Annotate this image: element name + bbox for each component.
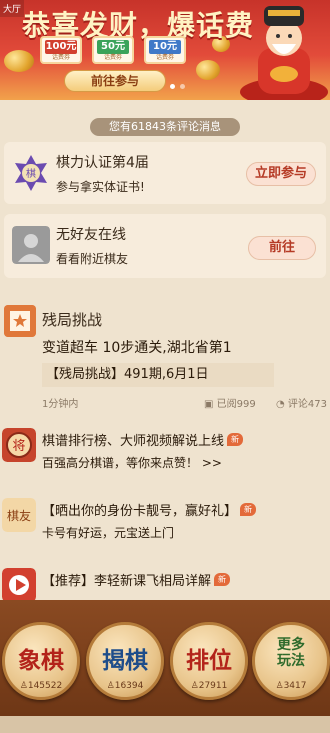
default-avatar-icon — [12, 226, 50, 264]
jieqi-button[interactable]: 揭棋 ♙16394 — [86, 622, 164, 700]
game-label: 象棋 — [18, 647, 64, 674]
player-count: ♙145522 — [19, 681, 63, 691]
read-count: ▣ 已阅999 — [204, 399, 256, 410]
player-count-text: 16394 — [114, 681, 144, 691]
voucher-row: 100元 话费券 50元 话费券 10元 话费券 — [40, 36, 186, 64]
svg-text:将: 将 — [12, 439, 25, 454]
voucher-sub: 话费券 — [155, 54, 174, 61]
new-badge: 新 — [240, 503, 257, 516]
voucher-sub: 话费券 — [51, 54, 70, 61]
ranked-button[interactable]: 排位 ♙27911 — [170, 622, 248, 700]
game-label: 更多玩法 — [277, 637, 305, 669]
svg-text:棋: 棋 — [26, 167, 36, 180]
cert-subtitle: 参与拿实体证书! — [56, 180, 145, 194]
fortune-god-illustration — [240, 6, 328, 100]
game-label: 揭棋 — [102, 647, 148, 674]
voucher-sub: 话费券 — [103, 54, 122, 61]
voucher-100: 100元 话费券 — [40, 36, 82, 64]
comment-notice[interactable]: 您有61843条评论消息 — [90, 118, 240, 136]
new-badge: 新 — [227, 433, 244, 446]
feed-title-text: 【推荐】李轻新课飞相局详解 — [42, 574, 212, 589]
video-play-icon — [2, 568, 36, 602]
new-badge: 新 — [214, 573, 231, 586]
friends-card[interactable]: 无好友在线 看看附近棋友 前往 — [4, 214, 326, 278]
gold-coin-icon — [4, 50, 34, 72]
carousel-dots — [170, 84, 185, 89]
feed-title: 【晒出你的身份卡靓号，赢好礼】新 — [42, 500, 257, 519]
player-count-text: 145522 — [27, 681, 63, 691]
friends-subtitle: 看看附近棋友 — [56, 252, 129, 266]
endgame-icon — [4, 305, 36, 337]
endgame-challenge-post[interactable]: 残局挑战 变道超车 10步通关,湖北省第1 【残局挑战】491期,6月1日 1分… — [0, 305, 330, 415]
chess-friend-icon: 棋友 — [2, 498, 36, 532]
feed-title: 【推荐】李轻新课飞相局详解新 — [42, 570, 231, 589]
go-participate-button[interactable]: 前往参与 — [64, 70, 166, 92]
game-label: 排位 — [186, 647, 232, 674]
carousel-dot — [180, 84, 185, 89]
carousel-dot — [170, 84, 175, 89]
friends-title: 无好友在线 — [56, 227, 126, 243]
feed-subtitle: 卡号有好运，元宝送上门 — [42, 526, 175, 540]
player-count: ♙3417 — [275, 681, 307, 691]
feed-title-text: 棋谱排行榜、大师视频解说上线 — [42, 434, 225, 449]
feed-item-idcard[interactable]: 棋友 【晒出你的身份卡靓号，赢好礼】新 卡号有好运，元宝送上门 — [0, 498, 330, 548]
go-friends-button[interactable]: 前往 — [248, 236, 316, 260]
gold-coin-icon — [196, 60, 220, 80]
comment-count[interactable]: ◔ 评论473 — [276, 395, 327, 410]
svg-text:棋友: 棋友 — [7, 509, 31, 523]
more-modes-button[interactable]: 更多玩法 ♙3417 — [252, 622, 330, 700]
chess-cert-icon: 棋 — [15, 155, 47, 191]
voucher-50: 50元 话费券 — [92, 36, 134, 64]
player-count-text: 27911 — [198, 681, 228, 691]
read-count-text: 已阅999 — [216, 399, 256, 410]
promo-banner[interactable]: 大厅 恭喜发财，爆话费 100元 话费券 50元 话费券 10元 话费券 前往参… — [0, 0, 330, 100]
lobby-tag: 大厅 — [0, 0, 25, 17]
xiangqi-button[interactable]: 象棋 ♙145522 — [2, 622, 80, 700]
game-mode-bar: 象棋 ♙145522 揭棋 ♙16394 排位 ♙27911 更多玩法 ♙341… — [0, 600, 330, 733]
feed-title-text: 【晒出你的身份卡靓号，赢好礼】 — [42, 504, 238, 519]
endgame-title: 残局挑战 — [42, 311, 103, 329]
comment-count-text: 评论473 — [287, 399, 327, 410]
voucher-10: 10元 话费券 — [144, 36, 186, 64]
bottom-nav-strip — [0, 716, 330, 733]
feed-item-ranking[interactable]: 将 棋谱排行榜、大师视频解说上线新 百强高分棋谱，等你来点赞！ >> — [0, 428, 330, 478]
player-count: ♙27911 — [190, 681, 228, 691]
certification-card[interactable]: 棋 棋力认证第4届 参与拿实体证书! 立即参与 — [4, 142, 326, 204]
player-count-text: 3417 — [283, 681, 307, 691]
endgame-issue-box[interactable]: 【残局挑战】491期,6月1日 — [42, 363, 274, 387]
endgame-description: 变道超车 10步通关,湖北省第1 — [42, 340, 232, 356]
player-count: ♙16394 — [106, 681, 144, 691]
post-time: 1分钟内 — [42, 399, 79, 410]
feed-subtitle: 百强高分棋谱，等你来点赞！ >> — [42, 456, 222, 470]
join-now-button[interactable]: 立即参与 — [246, 162, 316, 186]
jiang-piece-icon: 将 — [2, 428, 36, 462]
feed-title: 棋谱排行榜、大师视频解说上线新 — [42, 430, 244, 449]
post-meta: 1分钟内 ▣ 已阅999 ◔ 评论473 — [42, 395, 330, 410]
cert-title: 棋力认证第4届 — [56, 155, 149, 171]
